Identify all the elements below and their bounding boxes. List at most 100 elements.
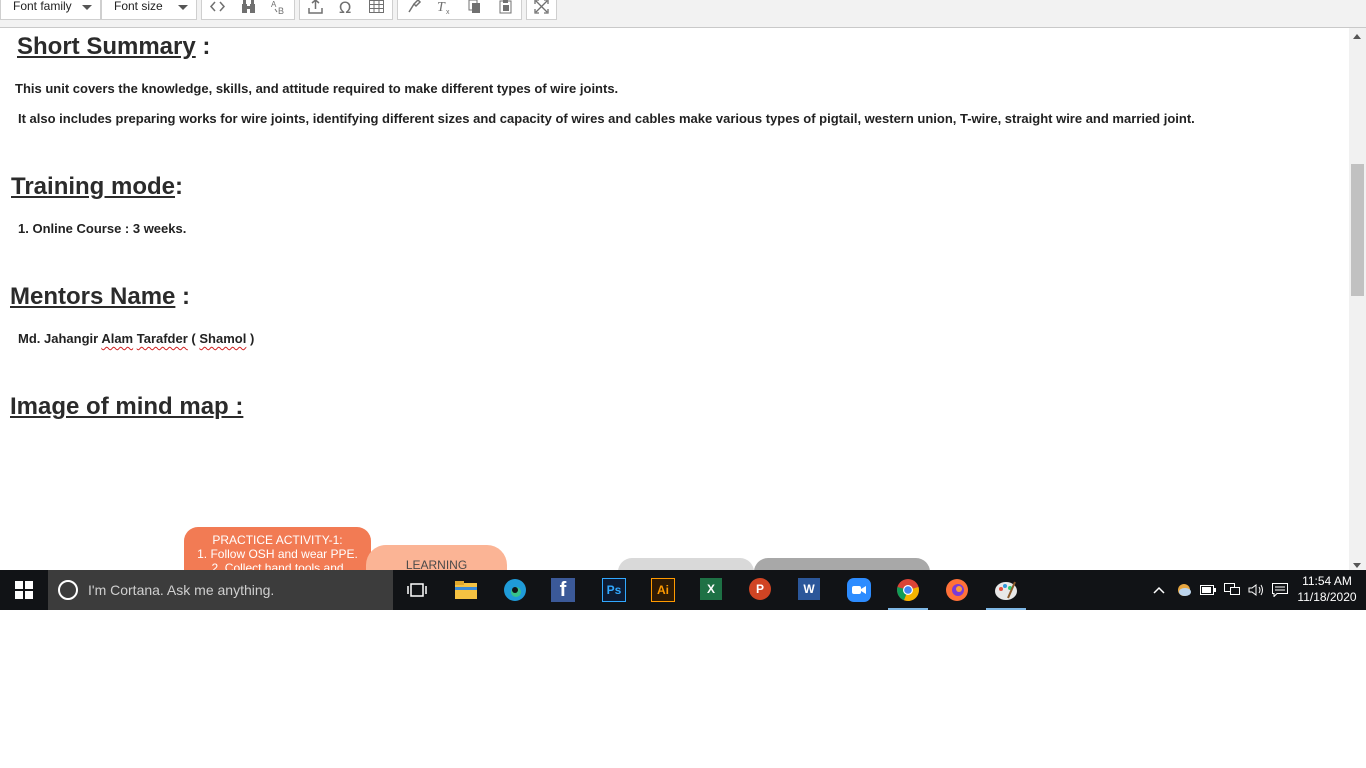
toolbar-group-4 (526, 0, 557, 20)
chrome-button[interactable] (894, 576, 922, 604)
mindmap-node-learning: LEARNING (366, 545, 507, 570)
fullscreen-button[interactable] (527, 0, 556, 19)
photoshop-icon: Ps (606, 583, 622, 597)
svg-text:Ω: Ω (339, 0, 351, 15)
editor-content[interactable]: Short Summary : This unit covers the kno… (0, 28, 1349, 570)
weather-icon (1178, 584, 1191, 596)
summary-paragraph-2: It also includes preparing works for wir… (18, 111, 1195, 126)
blank-area (0, 610, 1366, 768)
paint-palette-icon (995, 581, 1017, 600)
font-size-label: Font size (114, 0, 163, 13)
word-button[interactable]: W (798, 578, 820, 600)
photoshop-button[interactable]: Ps (602, 578, 626, 602)
excel-button[interactable]: X (700, 578, 722, 600)
scroll-down-arrow-icon[interactable] (1353, 563, 1361, 568)
training-item: 1. Online Course : 3 weeks. (18, 221, 187, 236)
format-painter-button[interactable] (398, 0, 429, 19)
svg-text:A: A (271, 0, 277, 9)
binoculars-icon (241, 0, 255, 13)
task-view-button[interactable] (403, 576, 431, 604)
upload-icon (308, 0, 323, 14)
editor-toolbar: Font family Font size AB Ω Tx (0, 0, 1366, 28)
windows-logo-icon (15, 581, 33, 599)
mentor-name: Md. Jahangir Alam Tarafder ( Shamol ) (18, 331, 255, 346)
font-family-label: Font family (13, 0, 72, 13)
search-placeholder: I'm Cortana. Ask me anything. (88, 582, 275, 598)
word-icon: W (803, 582, 815, 596)
find-button[interactable] (233, 0, 264, 19)
cortana-icon (58, 580, 78, 600)
action-center-button[interactable] (1272, 570, 1288, 610)
zoom-button[interactable] (847, 578, 871, 602)
cortana-search-box[interactable]: I'm Cortana. Ask me anything. (48, 570, 393, 610)
copy-icon (468, 0, 481, 13)
mindmap-node-gray-1 (618, 558, 754, 570)
firefox-button[interactable] (943, 576, 971, 604)
edge-button[interactable] (501, 576, 529, 604)
folder-icon (455, 581, 477, 599)
clear-format-button[interactable]: Tx (429, 0, 460, 19)
source-code-button[interactable] (202, 0, 233, 19)
brush-icon (408, 0, 421, 13)
training-heading: Training mode: (11, 173, 184, 200)
upload-button[interactable] (300, 0, 331, 19)
powerpoint-button[interactable]: P (749, 578, 771, 600)
zoom-camera-icon (852, 586, 866, 594)
scroll-up-arrow-icon[interactable] (1353, 34, 1361, 39)
chevron-up-icon (1153, 586, 1165, 594)
facebook-icon: f (559, 578, 567, 601)
paste-icon (499, 0, 512, 14)
chevron-down-icon (178, 5, 188, 10)
paint-button[interactable] (992, 576, 1020, 604)
notification-icon (1272, 583, 1288, 597)
excel-icon: X (706, 582, 715, 596)
summary-paragraph-1: This unit covers the knowledge, skills, … (15, 81, 619, 96)
show-hidden-icons-button[interactable] (1152, 570, 1166, 610)
mindmap-heading: Image of mind map : (10, 393, 244, 420)
taskbar-clock[interactable]: 11:54 AM 11/18/2020 (1296, 573, 1358, 605)
facebook-button[interactable]: f (551, 578, 575, 602)
network-tray-button[interactable] (1224, 570, 1240, 610)
table-icon (369, 0, 385, 13)
scroll-thumb[interactable] (1351, 164, 1364, 296)
fullscreen-icon (534, 0, 549, 14)
network-icon (1224, 583, 1240, 595)
battery-tray-button[interactable] (1200, 570, 1216, 610)
omega-icon: Ω (339, 0, 351, 15)
paste-button[interactable] (490, 0, 521, 19)
svg-text:B: B (278, 6, 284, 15)
firefox-icon (946, 579, 968, 601)
powerpoint-icon: P (755, 582, 764, 596)
code-icon (209, 1, 225, 12)
chevron-down-icon (82, 5, 92, 10)
table-button[interactable] (361, 0, 392, 19)
font-family-select[interactable]: Font family (0, 0, 101, 20)
illustrator-icon: Ai (657, 583, 669, 597)
mindmap-node-practice-activity: PRACTICE ACTIVITY-1: 1. Follow OSH and w… (184, 527, 371, 570)
illustrator-button[interactable]: Ai (651, 578, 675, 602)
volume-tray-button[interactable] (1248, 570, 1266, 610)
start-button[interactable] (0, 570, 48, 610)
mentors-heading: Mentors Name : (10, 283, 191, 310)
summary-heading: Short Summary : (17, 33, 211, 60)
replace-button[interactable]: AB (263, 0, 294, 19)
replace-icon: AB (271, 0, 284, 15)
font-size-select[interactable]: Font size (101, 0, 197, 20)
file-explorer-button[interactable] (452, 576, 480, 604)
edge-icon (504, 579, 526, 601)
clear-format-icon: Tx (437, 0, 450, 15)
weather-tray-button[interactable] (1176, 570, 1192, 610)
windows-taskbar: I'm Cortana. Ask me anything. f Ps Ai X … (0, 570, 1366, 610)
speaker-icon (1248, 584, 1263, 596)
clock-date: 11/18/2020 (1297, 590, 1357, 604)
task-view-icon (407, 583, 427, 597)
copy-button[interactable] (460, 0, 491, 19)
chrome-icon (897, 579, 919, 602)
toolbar-group-3: Tx (397, 0, 522, 20)
special-character-button[interactable]: Ω (331, 0, 362, 19)
svg-text:x: x (446, 9, 450, 15)
toolbar-group-2: Ω (299, 0, 393, 20)
svg-text:T: T (437, 0, 446, 15)
battery-icon (1200, 585, 1216, 595)
vertical-scrollbar[interactable] (1349, 28, 1366, 570)
